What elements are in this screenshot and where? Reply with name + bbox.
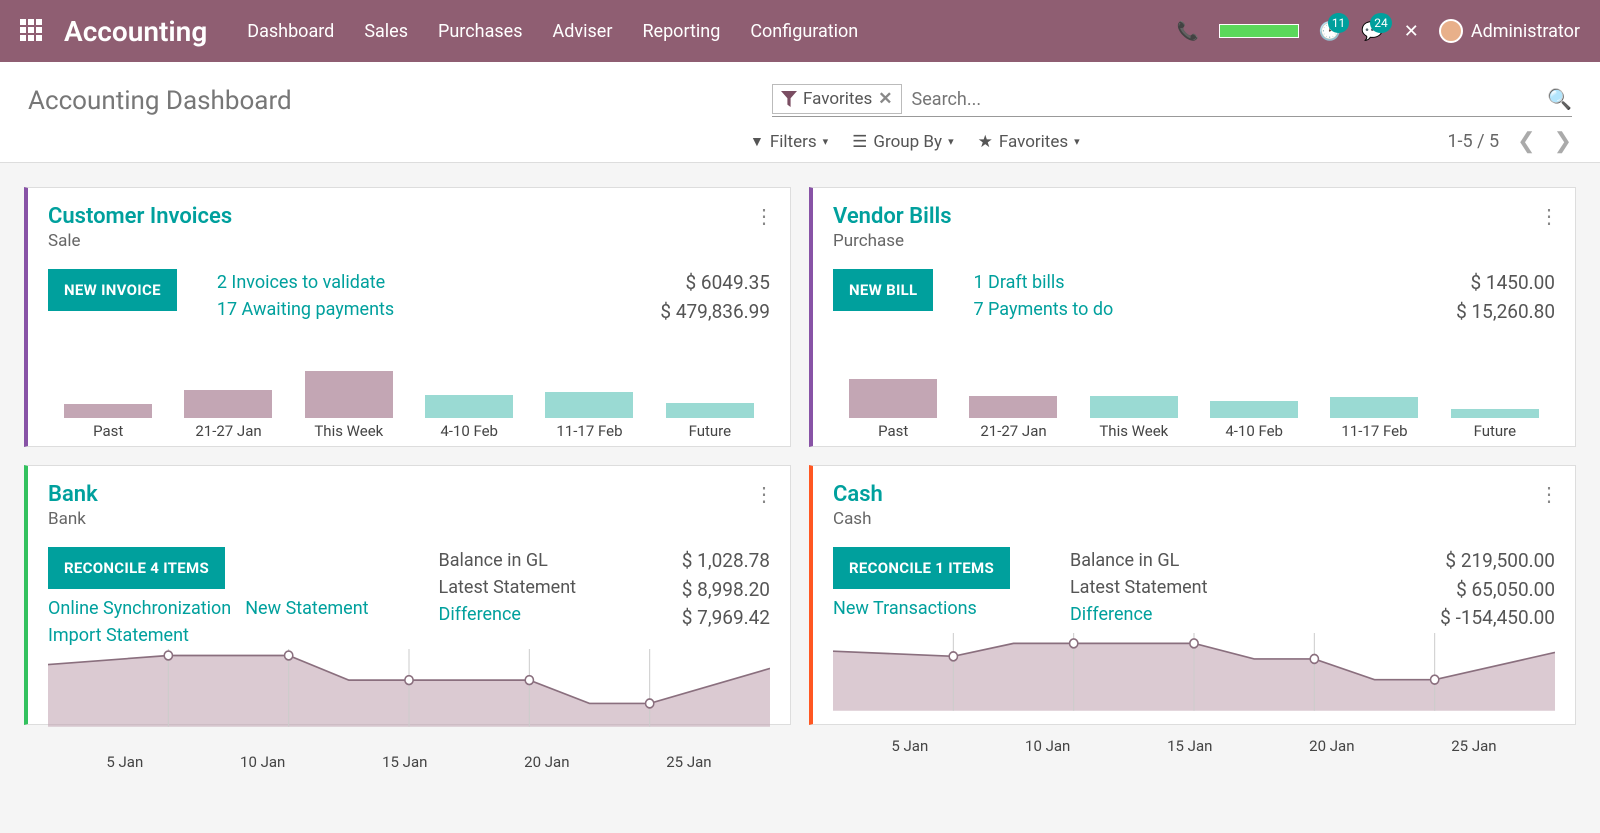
value-latest-stmt: $ 8,998.20 bbox=[600, 576, 770, 605]
link-draft-bills[interactable]: 1 Draft bills bbox=[973, 269, 1385, 296]
card-subtitle: Sale bbox=[48, 231, 770, 251]
card-menu-icon[interactable]: ⋮ bbox=[754, 482, 774, 506]
new-bill-button[interactable]: NEW BILL bbox=[833, 269, 933, 311]
messages-icon[interactable]: 💬24 bbox=[1361, 21, 1383, 42]
search-bar: Favorites ✕ 🔍 bbox=[772, 84, 1572, 117]
groupby-dropdown[interactable]: ☰Group By▾ bbox=[852, 132, 953, 152]
menu-sales[interactable]: Sales bbox=[364, 21, 408, 42]
value-difference: $ -154,450.00 bbox=[1385, 604, 1555, 633]
menu-purchases[interactable]: Purchases bbox=[438, 21, 522, 42]
card-title[interactable]: Cash bbox=[833, 482, 1555, 507]
value-balance-gl: $ 219,500.00 bbox=[1385, 547, 1555, 576]
trial-progress[interactable] bbox=[1219, 24, 1299, 38]
label-difference[interactable]: Difference bbox=[439, 601, 600, 628]
search-input[interactable] bbox=[902, 85, 1548, 114]
top-navbar: Accounting Dashboard Sales Purchases Adv… bbox=[0, 0, 1600, 62]
link-import-statement[interactable]: Import Statement bbox=[48, 625, 189, 646]
amount-validate: $ 6049.35 bbox=[600, 269, 770, 298]
reconcile-cash-button[interactable]: RECONCILE 1 ITEMS bbox=[833, 547, 1010, 589]
card-customer-invoices: ⋮ Customer Invoices Sale NEW INVOICE 2 I… bbox=[24, 187, 791, 447]
search-icon[interactable]: 🔍 bbox=[1547, 87, 1572, 111]
messages-badge: 24 bbox=[1370, 13, 1392, 33]
main-menu: Dashboard Sales Purchases Adviser Report… bbox=[247, 21, 1176, 42]
link-awaiting-payments[interactable]: 17 Awaiting payments bbox=[217, 296, 600, 323]
search-facet-favorites[interactable]: Favorites ✕ bbox=[772, 84, 902, 114]
link-online-sync[interactable]: Online Synchronization bbox=[48, 598, 231, 619]
header-right: 📞 🕑11 💬24 ✕ Administrator bbox=[1176, 19, 1580, 43]
filters-dropdown[interactable]: ▼Filters▾ bbox=[750, 132, 828, 152]
card-cash: ⋮ Cash Cash RECONCILE 1 ITEMS New Transa… bbox=[809, 465, 1576, 725]
avatar bbox=[1439, 19, 1463, 43]
card-subtitle: Bank bbox=[48, 509, 770, 529]
facet-label: Favorites bbox=[803, 89, 872, 109]
label-difference[interactable]: Difference bbox=[1070, 601, 1385, 628]
link-payments-todo[interactable]: 7 Payments to do bbox=[973, 296, 1385, 323]
new-invoice-button[interactable]: NEW INVOICE bbox=[48, 269, 177, 311]
link-new-transactions[interactable]: New Transactions bbox=[833, 598, 977, 619]
dashboard-cards: ⋮ Customer Invoices Sale NEW INVOICE 2 I… bbox=[0, 163, 1600, 749]
pager: 1-5 / 5 ❮ ❯ bbox=[1447, 129, 1572, 154]
menu-reporting[interactable]: Reporting bbox=[642, 21, 720, 42]
amount-payments: $ 15,260.80 bbox=[1385, 298, 1555, 327]
link-invoices-validate[interactable]: 2 Invoices to validate bbox=[217, 269, 600, 296]
card-bank: ⋮ Bank Bank RECONCILE 4 ITEMS Online Syn… bbox=[24, 465, 791, 725]
card-title[interactable]: Customer Invoices bbox=[48, 204, 770, 229]
facet-remove-icon[interactable]: ✕ bbox=[878, 89, 892, 109]
cash-area-chart: 5 Jan10 Jan15 Jan20 Jan25 Jan bbox=[833, 633, 1555, 733]
control-panel: Accounting Dashboard Favorites ✕ 🔍 ▼Filt… bbox=[0, 62, 1600, 163]
menu-dashboard[interactable]: Dashboard bbox=[247, 21, 334, 42]
phone-icon[interactable]: 📞 bbox=[1176, 21, 1198, 42]
value-latest-stmt: $ 65,050.00 bbox=[1385, 576, 1555, 605]
bills-bar-chart: Past21-27 JanThis Week4-10 Feb11-17 FebF… bbox=[833, 372, 1555, 446]
card-subtitle: Purchase bbox=[833, 231, 1555, 251]
bank-area-chart: 5 Jan10 Jan15 Jan20 Jan25 Jan bbox=[48, 649, 770, 749]
value-balance-gl: $ 1,028.78 bbox=[600, 547, 770, 576]
value-difference: $ 7,969.42 bbox=[600, 604, 770, 633]
amount-awaiting: $ 479,836.99 bbox=[600, 298, 770, 327]
reconcile-bank-button[interactable]: RECONCILE 4 ITEMS bbox=[48, 547, 225, 589]
menu-adviser[interactable]: Adviser bbox=[553, 21, 613, 42]
user-menu[interactable]: Administrator bbox=[1439, 19, 1580, 43]
card-subtitle: Cash bbox=[833, 509, 1555, 529]
activities-badge: 11 bbox=[1328, 13, 1350, 33]
app-title: Accounting bbox=[64, 15, 207, 48]
card-title[interactable]: Bank bbox=[48, 482, 770, 507]
menu-configuration[interactable]: Configuration bbox=[750, 21, 858, 42]
label-balance-gl: Balance in GL bbox=[1070, 547, 1385, 574]
link-new-statement[interactable]: New Statement bbox=[245, 598, 368, 619]
pager-next[interactable]: ❯ bbox=[1554, 129, 1572, 154]
close-icon[interactable]: ✕ bbox=[1404, 21, 1419, 42]
activities-icon[interactable]: 🕑11 bbox=[1319, 21, 1341, 42]
user-name: Administrator bbox=[1471, 21, 1580, 42]
card-vendor-bills: ⋮ Vendor Bills Purchase NEW BILL 1 Draft… bbox=[809, 187, 1576, 447]
label-latest-stmt: Latest Statement bbox=[1070, 574, 1385, 601]
pager-value: 1-5 / 5 bbox=[1447, 131, 1499, 152]
apps-icon[interactable] bbox=[20, 19, 44, 43]
card-menu-icon[interactable]: ⋮ bbox=[1539, 482, 1559, 506]
favorites-dropdown[interactable]: ★Favorites▾ bbox=[978, 132, 1080, 152]
label-balance-gl: Balance in GL bbox=[439, 547, 600, 574]
card-menu-icon[interactable]: ⋮ bbox=[754, 204, 774, 228]
card-title[interactable]: Vendor Bills bbox=[833, 204, 1555, 229]
label-latest-stmt: Latest Statement bbox=[439, 574, 600, 601]
pager-prev[interactable]: ❮ bbox=[1517, 129, 1535, 154]
page-title: Accounting Dashboard bbox=[28, 86, 292, 116]
card-menu-icon[interactable]: ⋮ bbox=[1539, 204, 1559, 228]
invoices-bar-chart: Past21-27 JanThis Week4-10 Feb11-17 FebF… bbox=[48, 372, 770, 446]
filter-icon bbox=[781, 91, 797, 107]
amount-draft: $ 1450.00 bbox=[1385, 269, 1555, 298]
